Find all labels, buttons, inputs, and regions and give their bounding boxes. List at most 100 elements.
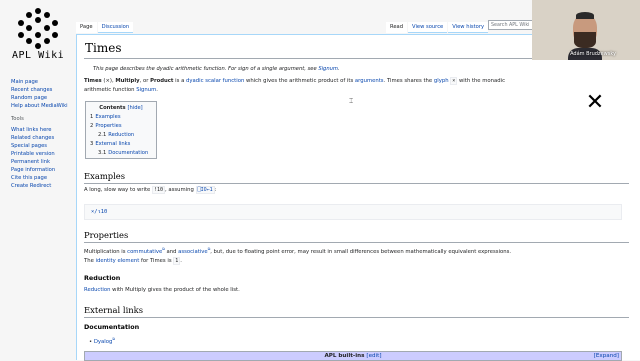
term-multiply: Multiply bbox=[115, 78, 140, 84]
intro-text-1: is a bbox=[173, 78, 186, 84]
sidebar-item-printable-version[interactable]: Printable version bbox=[11, 150, 55, 158]
link-signum[interactable]: Signum bbox=[136, 87, 156, 93]
tab-page[interactable]: Page bbox=[76, 22, 97, 33]
intro-line2-end: . bbox=[156, 87, 158, 93]
term-times: Times bbox=[84, 78, 102, 84]
intro-or: , or bbox=[139, 78, 151, 84]
link-glyph[interactable]: glyph bbox=[434, 78, 449, 84]
intro-paragraph: Times (×), Multiply, or Product is a dya… bbox=[84, 77, 505, 86]
link-commutative[interactable]: commutative bbox=[127, 249, 162, 255]
tab-view-source[interactable]: View source bbox=[408, 22, 448, 33]
hatnote-signum-link[interactable]: Signum bbox=[318, 66, 338, 72]
link-dyalog[interactable]: Dyalog bbox=[94, 339, 113, 345]
link-scalar-function[interactable]: scalar function bbox=[205, 78, 244, 84]
toc-label[interactable]: External links bbox=[95, 141, 130, 147]
properties-paragraph-2: The identity element for Times is 1. bbox=[84, 257, 182, 266]
list-item: • Dyalog⧉ bbox=[89, 335, 115, 347]
intro-paragraph-line2: arithmetic function Signum. bbox=[84, 86, 158, 95]
link-reduction[interactable]: Reduction bbox=[84, 287, 110, 293]
presenter-name: Adám Brudzewsky bbox=[570, 51, 616, 57]
toc-item[interactable]: 2.1 Reduction bbox=[90, 131, 152, 140]
properties-p2-end: . bbox=[180, 258, 182, 264]
navbox-edit-link[interactable]: [edit] bbox=[366, 353, 381, 359]
properties-and: and bbox=[164, 248, 179, 255]
sidebar-item-create-redirect[interactable]: Create Redirect bbox=[11, 182, 55, 190]
properties-paragraph-1: Multiplication is commutative⧉ and assoc… bbox=[84, 245, 511, 257]
toc-item[interactable]: 2 Properties bbox=[90, 122, 152, 131]
heading-properties: Properties bbox=[84, 230, 129, 240]
sidebar-item-help[interactable]: Help about MediaWiki bbox=[11, 102, 68, 110]
tab-view-history[interactable]: View history bbox=[448, 22, 489, 33]
sidebar-tools: What links here Related changes Special … bbox=[11, 126, 55, 190]
table-of-contents: Contents [hide] 1 Examples 2 Properties 2.… bbox=[85, 101, 157, 159]
article-content: Times This page describes the dyadic ari… bbox=[76, 34, 640, 361]
toc-header: Contents [hide] bbox=[90, 104, 152, 113]
heading-documentation: Documentation bbox=[84, 323, 140, 331]
toc-title: Contents bbox=[99, 105, 126, 111]
view-tabs: Read View source View history bbox=[386, 22, 489, 33]
properties-text-end: , but, due to floating point error, may … bbox=[210, 248, 512, 255]
site-logo[interactable]: APL Wiki bbox=[12, 6, 65, 66]
logo-text: APL Wiki bbox=[12, 50, 65, 61]
toc-item[interactable]: 3.1 Documentation bbox=[90, 149, 152, 158]
intro-text-2: which gives the arithmetic product of it… bbox=[244, 78, 355, 84]
toc-hide-link[interactable]: [hide] bbox=[127, 105, 142, 111]
hatnote-end: . bbox=[337, 66, 340, 72]
toc-label[interactable]: Reduction bbox=[108, 132, 134, 138]
hatnote: This page describes the dyadic arithmeti… bbox=[93, 66, 340, 72]
link-associative[interactable]: associative bbox=[178, 249, 208, 255]
glyph-times: (×) bbox=[103, 78, 112, 84]
reduction-paragraph: Reduction with Multiply gives the produc… bbox=[84, 286, 240, 295]
sidebar-item-special-pages[interactable]: Special pages bbox=[11, 142, 55, 150]
sidebar-item-permanent-link[interactable]: Permanent link bbox=[11, 158, 55, 166]
intro-line2-text: arithmetic function bbox=[84, 87, 137, 93]
inline-code: !10 bbox=[152, 186, 166, 194]
toc-num: 3.1 bbox=[98, 150, 107, 156]
bullet-icon: • bbox=[89, 338, 93, 345]
sidebar-item-page-information[interactable]: Page information bbox=[11, 166, 55, 174]
sidebar-item-cite-this-page[interactable]: Cite this page bbox=[11, 174, 55, 182]
toc-num: 1 bbox=[90, 114, 94, 120]
search-placeholder: Search APL Wiki bbox=[491, 23, 530, 28]
link-dyadic[interactable]: dyadic bbox=[186, 78, 204, 84]
sidebar-item-related-changes[interactable]: Related changes bbox=[11, 134, 55, 142]
heading-divider bbox=[84, 183, 629, 184]
inline-code-link[interactable]: ⎕IO←1 bbox=[195, 186, 215, 194]
intro-text-4: with the monadic bbox=[457, 78, 505, 84]
link-identity-element[interactable]: identity element bbox=[96, 258, 140, 264]
mouse-cursor-icon: ⌶ bbox=[349, 97, 354, 105]
heading-divider bbox=[84, 317, 629, 318]
code-block: ×/⍳10 bbox=[84, 204, 622, 220]
sidebar-item-random-page[interactable]: Random page bbox=[11, 94, 68, 102]
properties-p2-mid: for Times is bbox=[139, 258, 174, 264]
page-title: Times bbox=[85, 41, 122, 55]
toc-num: 2 bbox=[90, 123, 94, 129]
sidebar-tools-heading: Tools bbox=[11, 116, 24, 122]
term-product: Product bbox=[150, 78, 174, 84]
toc-label[interactable]: Documentation bbox=[108, 150, 148, 156]
link-arguments[interactable]: arguments bbox=[355, 78, 384, 84]
heading-divider bbox=[84, 242, 629, 243]
examples-text-mid: , assuming bbox=[165, 187, 196, 193]
toc-label[interactable]: Examples bbox=[95, 114, 120, 120]
sidebar-navigation: Main page Recent changes Random page Hel… bbox=[11, 78, 68, 110]
properties-p2-text: The bbox=[84, 258, 96, 264]
close-icon[interactable]: ✕ bbox=[585, 89, 605, 117]
external-link-icon: ⧉ bbox=[112, 337, 115, 341]
examples-text-end: : bbox=[214, 187, 217, 193]
toc-item[interactable]: 1 Examples bbox=[90, 113, 152, 122]
properties-text: Multiplication is bbox=[84, 248, 128, 255]
sidebar-item-what-links-here[interactable]: What links here bbox=[11, 126, 55, 134]
toc-label[interactable]: Properties bbox=[95, 123, 121, 129]
tab-read[interactable]: Read bbox=[386, 22, 408, 33]
heading-external-links: External links bbox=[84, 305, 144, 315]
sidebar-item-main-page[interactable]: Main page bbox=[11, 78, 68, 86]
reduction-text: with Multiply gives the product of the w… bbox=[110, 287, 240, 293]
tab-discussion[interactable]: Discussion bbox=[97, 22, 134, 33]
toc-num: 3 bbox=[90, 141, 94, 147]
sidebar-item-recent-changes[interactable]: Recent changes bbox=[11, 86, 68, 94]
intro-text-3: . Times shares the bbox=[383, 78, 434, 84]
toc-item[interactable]: 3 External links bbox=[90, 140, 152, 149]
examples-text: A long, slow way to write bbox=[84, 187, 152, 193]
heading-reduction: Reduction bbox=[84, 274, 121, 282]
